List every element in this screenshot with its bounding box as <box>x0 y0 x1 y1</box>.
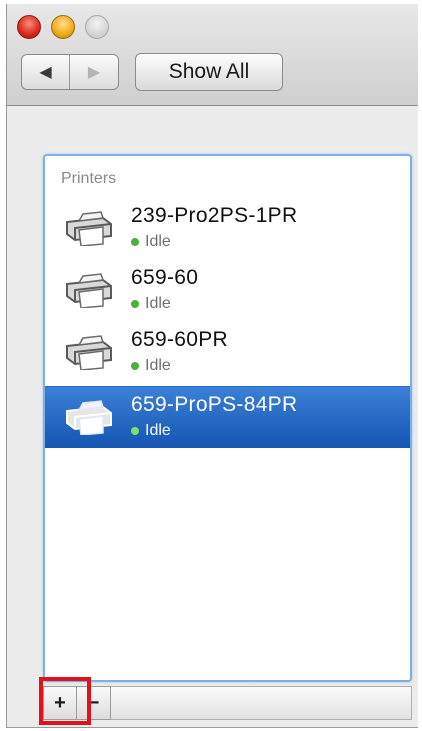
printer-status: Idle <box>131 233 171 251</box>
printer-row-selected[interactable]: 659-ProPS-84PR Idle <box>45 386 410 448</box>
minimize-window-button[interactable] <box>51 15 75 39</box>
printer-icon <box>66 400 112 435</box>
navigation-buttons: ◀ ▶ <box>21 54 119 90</box>
show-all-button[interactable]: Show All <box>135 53 283 91</box>
controls-spacer <box>111 686 412 720</box>
printer-status-label: Idle <box>145 295 171 312</box>
printer-list[interactable]: Printers 239-Pro2PS-1PR Idle 659-60 Idle… <box>43 154 412 682</box>
printer-name: 659-60 <box>131 266 199 289</box>
printer-status: Idle <box>131 357 171 375</box>
status-dot-icon <box>131 427 139 435</box>
back-arrow-icon: ◀ <box>39 64 52 81</box>
forward-arrow-icon: ▶ <box>87 64 101 81</box>
toolbar: ◀ ▶ Show All <box>7 4 418 106</box>
printer-status-label: Idle <box>145 357 171 374</box>
status-dot-icon <box>131 238 139 246</box>
add-printer-button[interactable]: + <box>43 686 77 720</box>
printer-name: 239-Pro2PS-1PR <box>131 204 298 227</box>
printer-row[interactable]: 659-60PR Idle <box>45 322 410 384</box>
printer-icon <box>66 211 112 246</box>
printer-name: 659-ProPS-84PR <box>131 393 298 416</box>
close-window-button[interactable] <box>17 15 41 39</box>
forward-button[interactable]: ▶ <box>70 55 118 89</box>
printer-icon <box>66 335 112 370</box>
printer-status-label: Idle <box>145 422 171 439</box>
printer-row[interactable]: 239-Pro2PS-1PR Idle <box>45 198 410 260</box>
preferences-window: ◀ ▶ Show All Printers 239-Pro2PS-1PR Idl… <box>6 4 418 728</box>
printer-name: 659-60PR <box>131 328 228 351</box>
status-dot-icon <box>131 300 139 308</box>
printer-status: Idle <box>131 422 171 440</box>
printer-row[interactable]: 659-60 Idle <box>45 260 410 322</box>
status-dot-icon <box>131 362 139 370</box>
printer-status: Idle <box>131 295 171 313</box>
list-controls: + − <box>43 686 412 720</box>
printer-icon <box>66 273 112 308</box>
back-button[interactable]: ◀ <box>22 55 70 89</box>
zoom-window-button[interactable] <box>85 15 109 39</box>
printers-section-header: Printers <box>61 170 117 187</box>
remove-printer-button[interactable]: − <box>77 686 111 720</box>
printer-status-label: Idle <box>145 233 171 250</box>
